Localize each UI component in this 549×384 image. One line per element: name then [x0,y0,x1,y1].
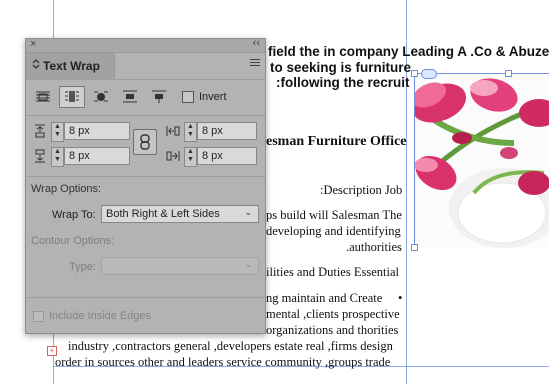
tab-label: Text Wrap [43,59,100,73]
wrap-bounding-box-icon[interactable] [59,86,85,108]
divider [26,297,265,298]
left-offset-icon [166,124,180,141]
divider [26,115,265,116]
chevron-down-icon: ⌄ [244,207,252,217]
flower-image[interactable] [414,73,549,248]
jump-next-column-icon[interactable] [146,86,172,108]
jump-object-icon[interactable] [117,86,143,108]
frame-handle-top-center[interactable] [505,70,512,77]
bullet-glyph: • [398,291,403,305]
wrap-to-label: Wrap To: [52,209,96,221]
bottom-offset-input[interactable]: 8 px [64,147,130,165]
panel-tab-row: Text Wrap [26,53,265,79]
doc-line-11[interactable]: mental ,clients prospective [266,307,400,322]
chevron-updown-icon[interactable] [32,58,40,71]
divider [26,176,265,177]
doc-line-9[interactable]: ilities and Duties Essential [266,265,399,280]
frame-handle-top-left[interactable] [411,70,418,77]
doc-line-2[interactable]: to seeking is furniture [270,60,411,75]
top-offset-input[interactable]: 8 px [64,122,130,140]
divider [26,79,265,80]
content-grabber[interactable] [421,69,437,79]
right-offset-stepper[interactable]: ▲ ▼ [184,147,197,167]
right-offset-icon [166,149,180,166]
no-wrap-icon[interactable] [30,86,56,108]
collapse-icon[interactable]: ‹‹ [253,37,260,49]
invert-label: Invert [199,91,227,103]
doc-line-13[interactable]: industry ,contractors general ,developer… [68,339,393,354]
flower-picture [414,73,549,248]
left-offset-field: ▲ ▼ 8 px [166,122,266,142]
doc-line-3[interactable]: :following the recruit [276,75,410,90]
bottom-offset-stepper[interactable]: ▲ ▼ [51,147,64,167]
top-offset-stepper[interactable]: ▲ ▼ [51,122,64,142]
top-offset-icon [33,124,47,141]
right-offset-field: ▲ ▼ 8 px [166,147,266,167]
wrap-to-value: Both Right & Left Sides [106,208,220,220]
contour-type-select[interactable]: ⌄ [101,257,259,275]
type-label: Type: [69,261,96,273]
doc-line-14[interactable]: order in sources other and leaders servi… [55,355,390,370]
chevron-down-icon: ⌄ [244,259,252,269]
chain-link-icon [140,134,150,150]
doc-line-7[interactable]: developing and identifying [266,224,401,239]
doc-heading[interactable]: esman Furniture Office [266,134,407,150]
make-all-settings-same-button[interactable] [133,129,157,155]
wrap-object-shape-icon[interactable] [88,86,114,108]
doc-line-8[interactable]: .authorities [346,240,402,255]
invert-checkbox[interactable] [182,91,194,103]
panel-title-bar[interactable]: × ‹‹ [26,37,265,53]
overset-text-marker[interactable]: + [47,346,57,356]
wrap-type-row: Invert [26,86,265,112]
panel-menu-icon[interactable] [250,59,260,68]
wrap-options-label: Wrap Options: [31,183,102,195]
tab-text-wrap[interactable]: Text Wrap [26,53,115,79]
bottom-offset-icon [33,149,47,166]
include-inside-edges-checkbox[interactable] [33,311,44,322]
top-offset-field: ▲ ▼ 8 px [33,122,133,142]
bottom-offset-field: ▲ ▼ 8 px [33,147,133,167]
left-offset-input[interactable]: 8 px [197,122,257,140]
text-wrap-panel[interactable]: × ‹‹ Text Wrap Invert ▲ ▼ 8 px ▲ ▼ 8 px … [25,37,266,334]
doc-line-6[interactable]: ps build will Salesman The [266,208,402,223]
frame-handle-middle-left[interactable] [411,244,418,251]
doc-line-1[interactable]: field the in company Leading A .Co & Abu… [268,44,549,59]
include-inside-edges-label: Include Inside Edges [49,310,152,322]
wrap-to-select[interactable]: Both Right & Left Sides ⌄ [101,205,259,223]
close-icon[interactable]: × [30,38,36,50]
doc-line-10[interactable]: ng maintain and Create [266,291,382,306]
doc-line-12[interactable]: organizations and thorities [266,323,398,338]
left-offset-stepper[interactable]: ▲ ▼ [184,122,197,142]
right-offset-input[interactable]: 8 px [197,147,257,165]
contour-options-label: Contour Options: [31,235,115,247]
doc-line-5[interactable]: :Description Job [320,183,402,198]
